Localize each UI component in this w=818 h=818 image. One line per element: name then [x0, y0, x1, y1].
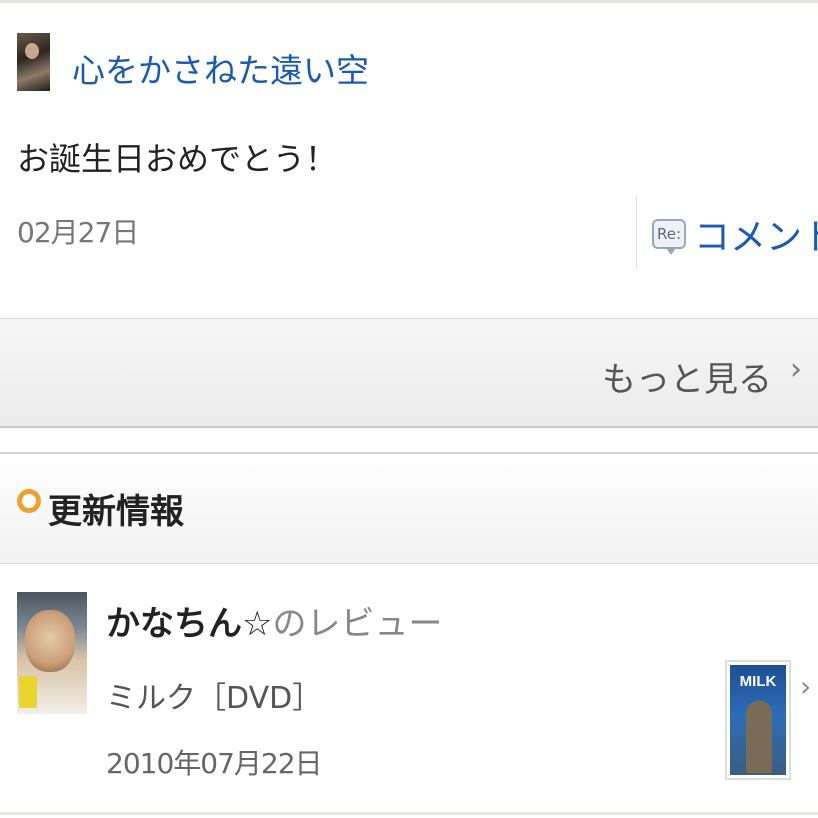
review-suffix: のレビュー	[272, 604, 443, 644]
author-avatar[interactable]	[17, 33, 50, 91]
top-divider	[0, 0, 818, 3]
review-heading: かなちん☆のレビュー	[106, 596, 442, 645]
chevron-right-icon: ›	[800, 670, 812, 703]
reviewer-name-link[interactable]: かなちん☆	[106, 604, 272, 644]
product-title: ミルク［DVD］	[106, 681, 323, 716]
circle-bullet-icon	[17, 489, 41, 513]
dvd-cover-image: MILK	[730, 665, 786, 775]
section-title: 更新情報	[48, 492, 184, 532]
dvd-cover-title: MILK	[739, 673, 777, 690]
comment-message: お誕生日おめでとう！	[17, 140, 338, 178]
comment-button[interactable]: Re: コメント	[652, 206, 818, 262]
review-date: 2010年07月22日	[106, 747, 323, 780]
reviewer-avatar[interactable]	[17, 592, 87, 714]
vertical-divider	[636, 196, 637, 270]
comment-date: 02月27日	[17, 216, 139, 249]
comment-button-label: コメント	[694, 217, 818, 258]
bottom-divider	[0, 812, 818, 815]
see-more-label: もっと見る	[602, 360, 772, 400]
dvd-cover-figure	[746, 701, 772, 773]
chevron-right-icon: ›	[790, 352, 802, 387]
dvd-cover-thumbnail[interactable]: MILK	[725, 660, 791, 780]
reply-bubble-icon: Re:	[652, 219, 686, 255]
comment-author-link[interactable]: 心をかさねた遠い空	[72, 44, 369, 92]
